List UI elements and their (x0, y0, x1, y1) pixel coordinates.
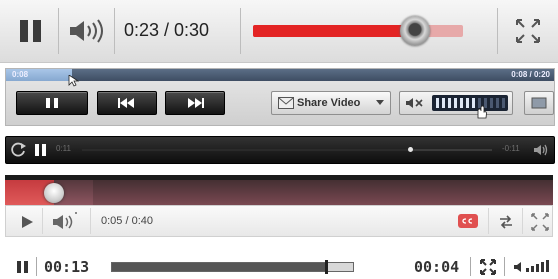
volume-icon (514, 260, 549, 272)
rewind-icon (118, 98, 134, 108)
seek-bar[interactable] (5, 175, 553, 205)
volume-bar (448, 98, 451, 108)
player-2-controls: 0:08 0:08 / 0:20 Share Video (5, 68, 555, 126)
volume-button[interactable] (532, 142, 550, 158)
fullscreen-icon (531, 213, 549, 231)
fullscreen-button[interactable] (478, 257, 498, 277)
time-display: 0:23 / 0:30 (124, 20, 210, 40)
volume-button[interactable] (50, 211, 84, 233)
fullscreen-button[interactable] (524, 91, 554, 115)
player-5-controls: 00:13 00:04 (0, 254, 558, 279)
play-icon (22, 216, 33, 228)
seek-bar[interactable]: 0:08 0:08 / 0:20 (6, 69, 554, 87)
pause-button[interactable] (14, 15, 48, 47)
volume-bar (466, 98, 469, 108)
volume-bar (490, 98, 493, 108)
seek-handle[interactable] (399, 16, 430, 46)
share-button[interactable] (496, 212, 516, 232)
captions-button[interactable] (458, 214, 478, 228)
mute-icon (406, 98, 423, 108)
hand-cursor-icon (477, 105, 487, 119)
elapsed-time: 00:13 (44, 258, 90, 276)
volume-bar (454, 98, 457, 108)
volume-icon (53, 212, 77, 229)
time-display: 0:05 / 0:40 (101, 215, 153, 227)
volume-bar (442, 98, 445, 108)
rewind-button[interactable] (97, 91, 157, 115)
pause-icon (20, 20, 41, 42)
player-3-controls: 0:11 -0:11 (5, 136, 555, 164)
control-strip: 0:05 / 0:40 (5, 205, 553, 237)
seek-bar-progress (82, 149, 410, 151)
time-display: 0:08 / 0:20 (511, 70, 550, 79)
volume-bar (436, 98, 439, 108)
volume-button[interactable] (66, 16, 110, 46)
volume-button[interactable] (512, 257, 552, 277)
volume-icon (70, 19, 103, 43)
seek-bar[interactable] (253, 16, 463, 46)
replay-button[interactable] (10, 141, 28, 159)
volume-icon (534, 144, 548, 156)
remaining-time: 00:04 (414, 258, 460, 276)
player-4-controls: 0:05 / 0:40 (5, 175, 553, 237)
fast-forward-icon (188, 98, 204, 108)
volume-slider[interactable] (432, 95, 508, 111)
volume-bar (502, 98, 505, 108)
cursor-icon (68, 75, 80, 87)
seek-bar[interactable] (82, 147, 492, 152)
player-1-controls: 0:23 / 0:30 (0, 0, 558, 63)
play-button[interactable] (16, 212, 38, 232)
refresh-icon (11, 142, 26, 157)
captions-icon (462, 218, 473, 224)
fast-forward-button[interactable] (165, 91, 225, 115)
pause-button[interactable] (16, 91, 88, 115)
volume-bar (496, 98, 499, 108)
share-icon (500, 215, 512, 229)
elapsed-time: 0:08 (12, 70, 29, 79)
seek-handle[interactable] (325, 260, 329, 274)
volume-control (399, 91, 513, 119)
volume-level-bars (436, 98, 505, 108)
share-video-button[interactable]: Share Video (271, 91, 391, 115)
pause-icon (46, 98, 58, 108)
bar-highlight (5, 175, 553, 180)
pause-icon (35, 144, 46, 156)
pause-button[interactable] (14, 258, 32, 276)
elapsed-time: 0:11 (56, 144, 71, 153)
fullscreen-icon (516, 19, 540, 43)
pause-icon (17, 261, 28, 273)
volume-bar (460, 98, 463, 108)
seek-bar[interactable] (111, 260, 354, 274)
fullscreen-icon (480, 259, 496, 275)
fullscreen-icon (531, 97, 547, 109)
chevron-down-icon (376, 100, 384, 105)
mute-button[interactable] (404, 95, 428, 111)
seek-handle[interactable] (408, 147, 413, 152)
seek-bar-progress (112, 263, 327, 271)
seek-bar-progress (253, 25, 415, 37)
fullscreen-button[interactable] (514, 17, 542, 45)
pause-button[interactable] (31, 141, 49, 159)
fullscreen-button[interactable] (530, 212, 550, 232)
share-video-label: Share Video (297, 97, 361, 109)
mail-icon (278, 97, 294, 109)
remaining-time: -0:11 (502, 144, 520, 153)
